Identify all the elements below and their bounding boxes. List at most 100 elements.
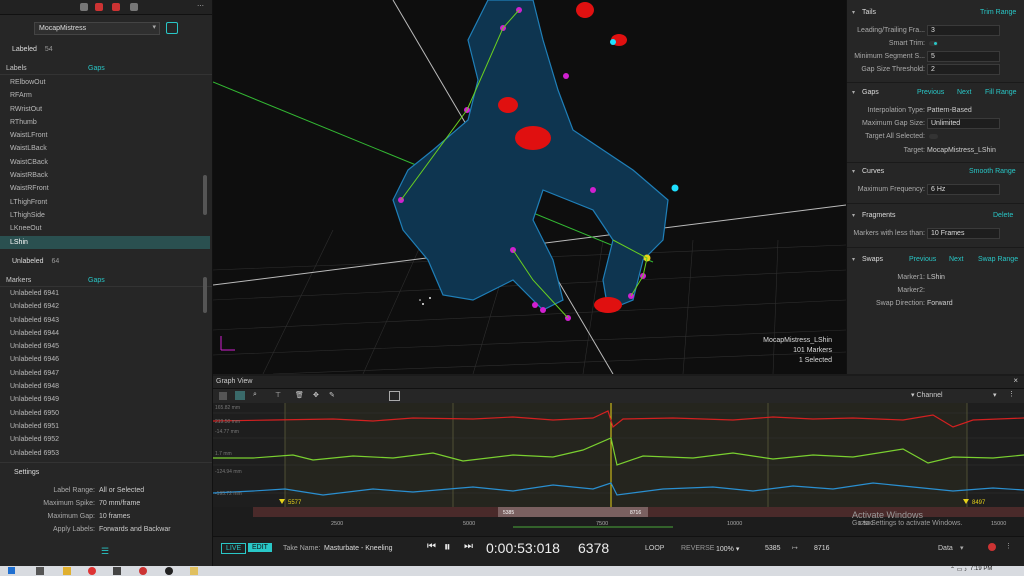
- settings-value[interactable]: 70 mm/frame: [99, 497, 140, 510]
- reverse-button[interactable]: REVERSE: [681, 545, 714, 552]
- app3-icon[interactable]: [165, 567, 173, 575]
- scale-tool-icon[interactable]: [235, 391, 245, 400]
- record-icon[interactable]: [988, 543, 996, 551]
- labeled-list-item[interactable]: RWristOut: [0, 103, 210, 116]
- camera-filter-icon[interactable]: [130, 3, 138, 11]
- timeline-range[interactable]: [498, 507, 648, 517]
- pause-icon[interactable]: ⏸: [444, 539, 451, 555]
- tails-collapse-icon[interactable]: ▾: [852, 9, 855, 16]
- skip-back-icon[interactable]: ⏮: [427, 541, 436, 552]
- max-frequency-input[interactable]: 6 Hz: [927, 184, 1000, 195]
- labeled-list-item[interactable]: WaistLFront: [0, 129, 210, 142]
- live-button[interactable]: LIVE: [221, 543, 247, 554]
- unlabeled-list-item[interactable]: Unlabeled 6945: [0, 340, 210, 353]
- unlabeled-gaps-column-header[interactable]: Gaps: [88, 277, 105, 284]
- trim-range-button[interactable]: Trim Range: [980, 9, 1016, 16]
- delete-icon[interactable]: 🗑: [295, 391, 304, 399]
- labeled-list-item[interactable]: RFArm: [0, 89, 210, 102]
- swaps-collapse-icon[interactable]: ▾: [852, 256, 855, 263]
- labeled-list-item[interactable]: WaistCBack: [0, 156, 210, 169]
- 3d-viewport[interactable]: MocapMistress_LShin 101 Markers 1 Select…: [213, 0, 846, 374]
- range-start-input[interactable]: 5385: [765, 545, 781, 552]
- start-icon[interactable]: [8, 567, 15, 574]
- zoom-icon[interactable]: ⌕: [253, 391, 257, 399]
- labeled-list-item[interactable]: LThighSide: [0, 209, 210, 222]
- settings-value[interactable]: 10 frames: [99, 510, 130, 523]
- fragment-frames-dropdown[interactable]: 10 Frames: [927, 228, 1000, 239]
- edit-button[interactable]: EDIT: [248, 543, 272, 552]
- rigid-filter-icon[interactable]: [112, 3, 120, 11]
- labeled-list-item[interactable]: WaistRBack: [0, 169, 210, 182]
- delete-button[interactable]: Delete: [993, 212, 1013, 219]
- gap-threshold-input[interactable]: 2: [927, 64, 1000, 75]
- gaps-next-button[interactable]: Next: [957, 89, 971, 96]
- unlabeled-list-item[interactable]: Unlabeled 6950: [0, 407, 210, 420]
- unlabeled-list-item[interactable]: Unlabeled 6949: [0, 393, 210, 406]
- markers-column-header[interactable]: Markers: [6, 277, 88, 284]
- move-icon[interactable]: ✥: [313, 391, 319, 399]
- gaps-collapse-icon[interactable]: ▾: [852, 89, 855, 96]
- unlabeled-list-item[interactable]: Unlabeled 6946: [0, 353, 210, 366]
- smart-trim-toggle[interactable]: [929, 41, 938, 46]
- system-tray-icons[interactable]: ⌃ ▭ ♪: [950, 566, 967, 573]
- frame-display[interactable]: 6378: [578, 540, 609, 556]
- pin-icon[interactable]: ⊤: [275, 391, 281, 399]
- swap-range-button[interactable]: Swap Range: [978, 256, 1018, 263]
- frame-select-icon[interactable]: [389, 391, 400, 401]
- settings-value[interactable]: All or Selected: [99, 484, 144, 497]
- fill-range-button[interactable]: Fill Range: [985, 89, 1017, 96]
- unlabeled-list-item[interactable]: Unlabeled 6952: [0, 433, 210, 446]
- take-dropdown[interactable]: MocapMistress ▾: [34, 22, 160, 35]
- range-end-input[interactable]: 8716: [814, 545, 830, 552]
- graph-more-icon[interactable]: ⋮: [1008, 390, 1015, 398]
- labeled-list-item[interactable]: WaistRFront: [0, 182, 210, 195]
- settings-value[interactable]: Forwards and Backwar: [99, 523, 171, 536]
- unlabeled-list-item[interactable]: Unlabeled 6951: [0, 420, 210, 433]
- data-dropdown-arrow-icon[interactable]: ▾: [960, 544, 964, 552]
- transport-more-icon[interactable]: ⋮: [1005, 542, 1012, 550]
- channel-dropdown[interactable]: ▾ Channel: [911, 391, 943, 399]
- unlabeled-scrollbar[interactable]: [203, 277, 207, 313]
- create-asset-icon[interactable]: [166, 22, 178, 34]
- select-tool-icon[interactable]: [219, 392, 227, 400]
- gaps-previous-button[interactable]: Previous: [917, 89, 944, 96]
- target-all-toggle[interactable]: [929, 134, 938, 139]
- loop-button[interactable]: LOOP: [645, 545, 664, 552]
- unlabeled-list-item[interactable]: Unlabeled 6943: [0, 314, 210, 327]
- marker1-value[interactable]: LShin: [927, 274, 945, 281]
- taskview-icon[interactable]: [36, 567, 44, 575]
- app4-icon[interactable]: [190, 567, 198, 575]
- app-icon[interactable]: [113, 567, 121, 575]
- app2-icon[interactable]: [139, 567, 147, 575]
- min-segment-input[interactable]: 5: [927, 51, 1000, 62]
- speed-dropdown[interactable]: 100% ▾: [716, 545, 739, 553]
- swaps-previous-button[interactable]: Previous: [909, 256, 936, 263]
- max-gap-size-dropdown[interactable]: Unlimited: [927, 118, 1000, 129]
- unlabeled-list-item[interactable]: Unlabeled 6941: [0, 287, 210, 300]
- labels-column-header[interactable]: Labels: [6, 65, 88, 72]
- unlabeled-list-item[interactable]: Unlabeled 6944: [0, 327, 210, 340]
- take-name-value[interactable]: Masturbate - Kneeling: [324, 545, 392, 552]
- swap-direction-value[interactable]: Forward: [927, 300, 953, 307]
- labeled-list-item[interactable]: LKneeOut: [0, 222, 210, 235]
- labeled-list-item[interactable]: LThighFront: [0, 196, 210, 209]
- channel-dropdown-arrow-icon[interactable]: ▾: [993, 391, 997, 399]
- target-value[interactable]: MocapMistress_LShin: [927, 147, 996, 154]
- data-dropdown[interactable]: Data: [938, 545, 953, 552]
- labeled-list-item[interactable]: RElbowOut: [0, 76, 210, 89]
- labeled-scrollbar[interactable]: [203, 175, 207, 215]
- interpolation-type-value[interactable]: Pattern-Based: [927, 107, 972, 114]
- close-icon[interactable]: ×: [1013, 376, 1018, 385]
- leading-trailing-input[interactable]: 3: [927, 25, 1000, 36]
- labeled-list-item[interactable]: WaistLBack: [0, 142, 210, 155]
- labeled-list-item[interactable]: LShin: [0, 235, 210, 249]
- gaps-column-header[interactable]: Gaps: [88, 65, 105, 72]
- explorer-icon[interactable]: [63, 567, 71, 575]
- swaps-next-button[interactable]: Next: [949, 256, 963, 263]
- unlabeled-list-item[interactable]: Unlabeled 6942: [0, 300, 210, 313]
- labeled-list-item[interactable]: RThumb: [0, 116, 210, 129]
- curves-collapse-icon[interactable]: ▾: [852, 168, 855, 175]
- more-menu-icon[interactable]: ⋯: [197, 2, 204, 10]
- unlabeled-list-item[interactable]: Unlabeled 6953: [0, 447, 210, 460]
- unlabeled-list-item[interactable]: Unlabeled 6948: [0, 380, 210, 393]
